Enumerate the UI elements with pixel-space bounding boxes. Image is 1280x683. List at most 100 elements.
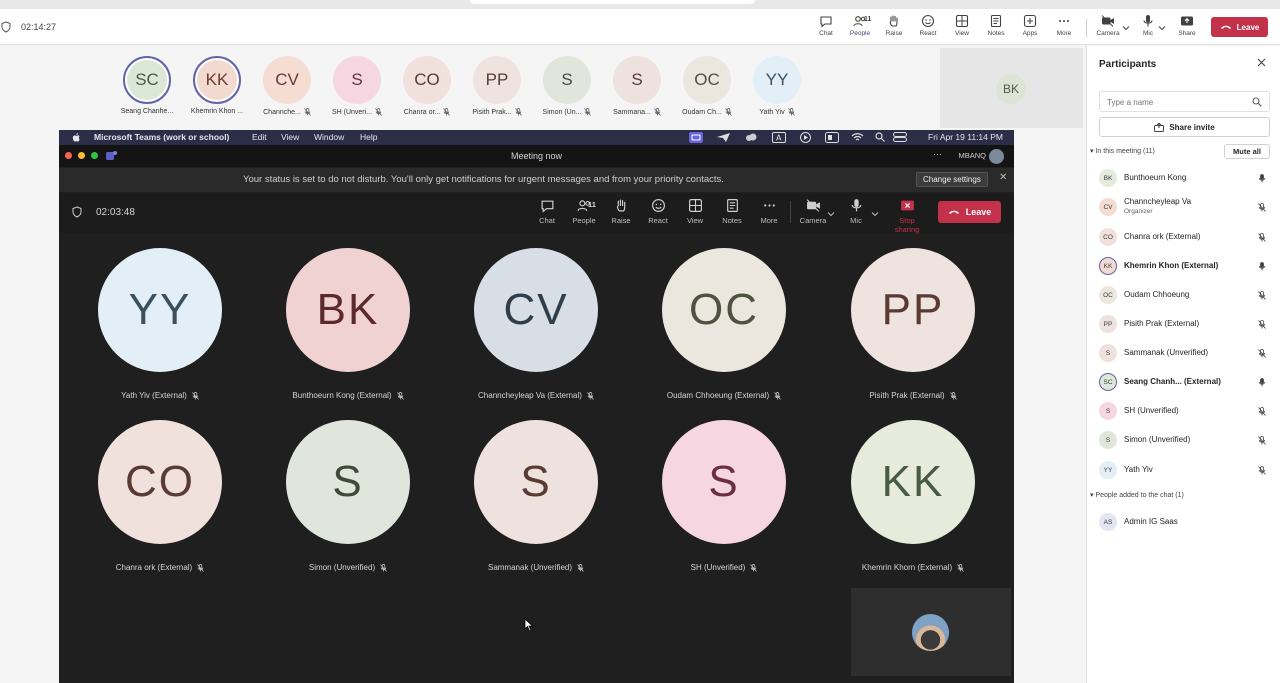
in-meeting-section-header[interactable]: ▾ In this meeting (11) — [1090, 147, 1155, 155]
wifi-icon[interactable] — [851, 132, 864, 142]
mic-off-icon[interactable] — [1258, 203, 1266, 212]
toolbar-view-button[interactable]: View — [945, 14, 979, 44]
chevron-down-icon[interactable] — [871, 211, 879, 217]
avatar-tile[interactable]: OC Oudam Ch... — [672, 56, 742, 116]
toolbar-react-button[interactable]: React — [911, 14, 945, 44]
play-icon[interactable] — [800, 132, 811, 143]
search-field[interactable] — [1099, 91, 1270, 112]
participant-tile[interactable]: BK Bunthoeurn Kong (External) — [263, 248, 433, 400]
self-preview[interactable]: BK — [940, 48, 1083, 128]
avatar-tile[interactable]: KK Khemrin Khon ... — [182, 56, 252, 115]
participant-row[interactable]: KK Khemrin Khon (External) — [1099, 255, 1273, 277]
mic-off-icon[interactable] — [1258, 436, 1266, 445]
inner-mic-button[interactable]: Mic — [838, 198, 874, 225]
participant-tile[interactable]: PP Pisith Prak (External) — [828, 248, 998, 400]
change-settings-button[interactable]: Change settings — [916, 172, 988, 187]
mic-on-icon[interactable] — [1258, 378, 1266, 387]
avatar-tile[interactable]: CO Chanra or... — [392, 56, 462, 116]
toolbar-notes-button[interactable]: Notes — [979, 14, 1013, 44]
close-icon[interactable] — [1257, 58, 1266, 67]
avatar-tile[interactable]: SC Seang Chanhe... — [112, 56, 182, 115]
toolbar-share-button[interactable]: Share — [1170, 14, 1204, 44]
inner-self-view[interactable] — [851, 588, 1011, 676]
participant-tile[interactable]: OC Oudam Chhoeung (External) — [639, 248, 809, 400]
mute-all-button[interactable]: Mute all — [1224, 144, 1270, 159]
inner-chat-button[interactable]: Chat — [529, 198, 565, 225]
participant-tile[interactable]: S Simon (Unverified) — [263, 420, 433, 572]
participant-tile[interactable]: CO Chanra ork (External) — [75, 420, 245, 572]
participant-row[interactable]: OC Oudam Chhoeung — [1099, 284, 1273, 306]
paper-plane-icon[interactable] — [717, 133, 730, 142]
apple-logo-icon[interactable] — [72, 132, 81, 143]
participant-tile[interactable]: S Sammanak (Unverified) — [451, 420, 621, 572]
participant-tile[interactable]: KK Khemrin Khorn (External) — [828, 420, 998, 572]
participant-tile[interactable]: YY Yath Yiv (External) — [75, 248, 245, 400]
participant-row[interactable]: YY Yath Yiv — [1099, 459, 1273, 481]
added-person-row[interactable]: AS Admin IG Saas — [1099, 511, 1273, 533]
screen-share-status-icon[interactable] — [689, 132, 703, 143]
avatar-tile[interactable]: S SH (Unveri... — [322, 56, 392, 116]
leave-button[interactable]: Leave — [1211, 17, 1268, 37]
added-section-header[interactable]: ▾ People added to the chat (1) — [1090, 491, 1184, 499]
toolbar-camera-button[interactable]: Camera — [1091, 14, 1125, 44]
participant-row[interactable]: PP Pisith Prak (External) — [1099, 313, 1273, 335]
inner-notes-button[interactable]: Notes — [714, 198, 750, 225]
inner-camera-button[interactable]: Camera — [795, 198, 831, 225]
mic-off-icon[interactable] — [1258, 349, 1266, 358]
avatar-tile[interactable]: PP Pisith Prak... — [462, 56, 532, 116]
text-input-icon[interactable]: A — [772, 132, 786, 143]
chevron-down-icon[interactable] — [1122, 25, 1130, 31]
inner-react-button[interactable]: React — [640, 198, 676, 225]
toolbar-people-button[interactable]: 11 People — [843, 14, 877, 49]
mac-menu-view[interactable]: View — [281, 132, 299, 142]
account-avatar[interactable] — [989, 149, 1004, 164]
inner-people-button[interactable]: 11 People — [566, 198, 602, 225]
mac-menu-edit[interactable]: Edit — [252, 132, 267, 142]
mic-off-icon[interactable] — [1258, 407, 1266, 416]
cloud-icon[interactable] — [745, 132, 757, 143]
inner-raise-button[interactable]: Raise — [603, 198, 639, 225]
avatar-tile[interactable]: YY Yath Yiv — [742, 56, 812, 116]
participant-tile[interactable]: S SH (Unverified) — [639, 420, 809, 572]
display-icon[interactable] — [825, 132, 839, 143]
inner-more-button[interactable]: More — [751, 198, 787, 225]
mic-off-icon[interactable] — [1258, 320, 1266, 329]
toolbar-more-button[interactable]: More — [1047, 14, 1081, 44]
mac-menu-help[interactable]: Help — [360, 132, 377, 142]
avatar-tile[interactable]: S Simon (Un... — [532, 56, 602, 116]
participant-row[interactable]: S SH (Unverified) — [1099, 400, 1273, 422]
mac-datetime[interactable]: Fri Apr 19 11:14 PM — [928, 132, 1003, 142]
inner-leave-button[interactable]: Leave — [938, 201, 1001, 223]
participant-row[interactable]: S Simon (Unverified) — [1099, 429, 1273, 451]
mic-on-icon[interactable] — [1258, 262, 1266, 271]
window-more-icon[interactable]: ··· — [933, 149, 942, 159]
participant-row[interactable]: S Sammanak (Unverified) — [1099, 342, 1273, 364]
inner-view-button[interactable]: View — [677, 198, 713, 225]
participant-row[interactable]: SC Seang Chanh... (External) — [1099, 371, 1273, 393]
participant-row[interactable]: CV Channcheyleap Va Organizer — [1099, 196, 1273, 218]
toolbar-apps-button[interactable]: Apps — [1013, 14, 1047, 44]
mac-app-name[interactable]: Microsoft Teams (work or school) — [94, 132, 229, 142]
share-invite-button[interactable]: Share invite — [1099, 117, 1270, 137]
search-input[interactable] — [1100, 93, 1240, 112]
control-center-icon[interactable] — [893, 132, 907, 142]
mac-menu-window[interactable]: Window — [314, 132, 344, 142]
spotlight-search-icon[interactable] — [875, 132, 885, 142]
chevron-down-icon[interactable] — [827, 211, 835, 217]
toolbar-chat-button[interactable]: Chat — [809, 14, 843, 44]
close-banner-icon[interactable]: ✕ — [999, 172, 1007, 183]
participant-tile[interactable]: CV Channcheyleap Va (External) — [451, 248, 621, 400]
mic-off-icon[interactable] — [1258, 233, 1266, 242]
toolbar-raise-button[interactable]: Raise — [877, 14, 911, 44]
inner-stop-sharing-button[interactable]: Stop sharing — [887, 198, 927, 234]
avatar-tile[interactable]: S Sammana... — [602, 56, 672, 116]
participant-avatar: S — [474, 420, 598, 544]
participant-avatar: PP — [1099, 315, 1117, 333]
mic-on-icon[interactable] — [1258, 174, 1266, 183]
mic-off-icon[interactable] — [1258, 466, 1266, 475]
chevron-down-icon[interactable] — [1158, 25, 1166, 31]
participant-row[interactable]: CO Chanra ork (External) — [1099, 226, 1273, 248]
avatar-tile[interactable]: CV Channche... — [252, 56, 322, 116]
mic-off-icon[interactable] — [1258, 291, 1266, 300]
participant-row[interactable]: BK Bunthoeurn Kong — [1099, 167, 1273, 189]
